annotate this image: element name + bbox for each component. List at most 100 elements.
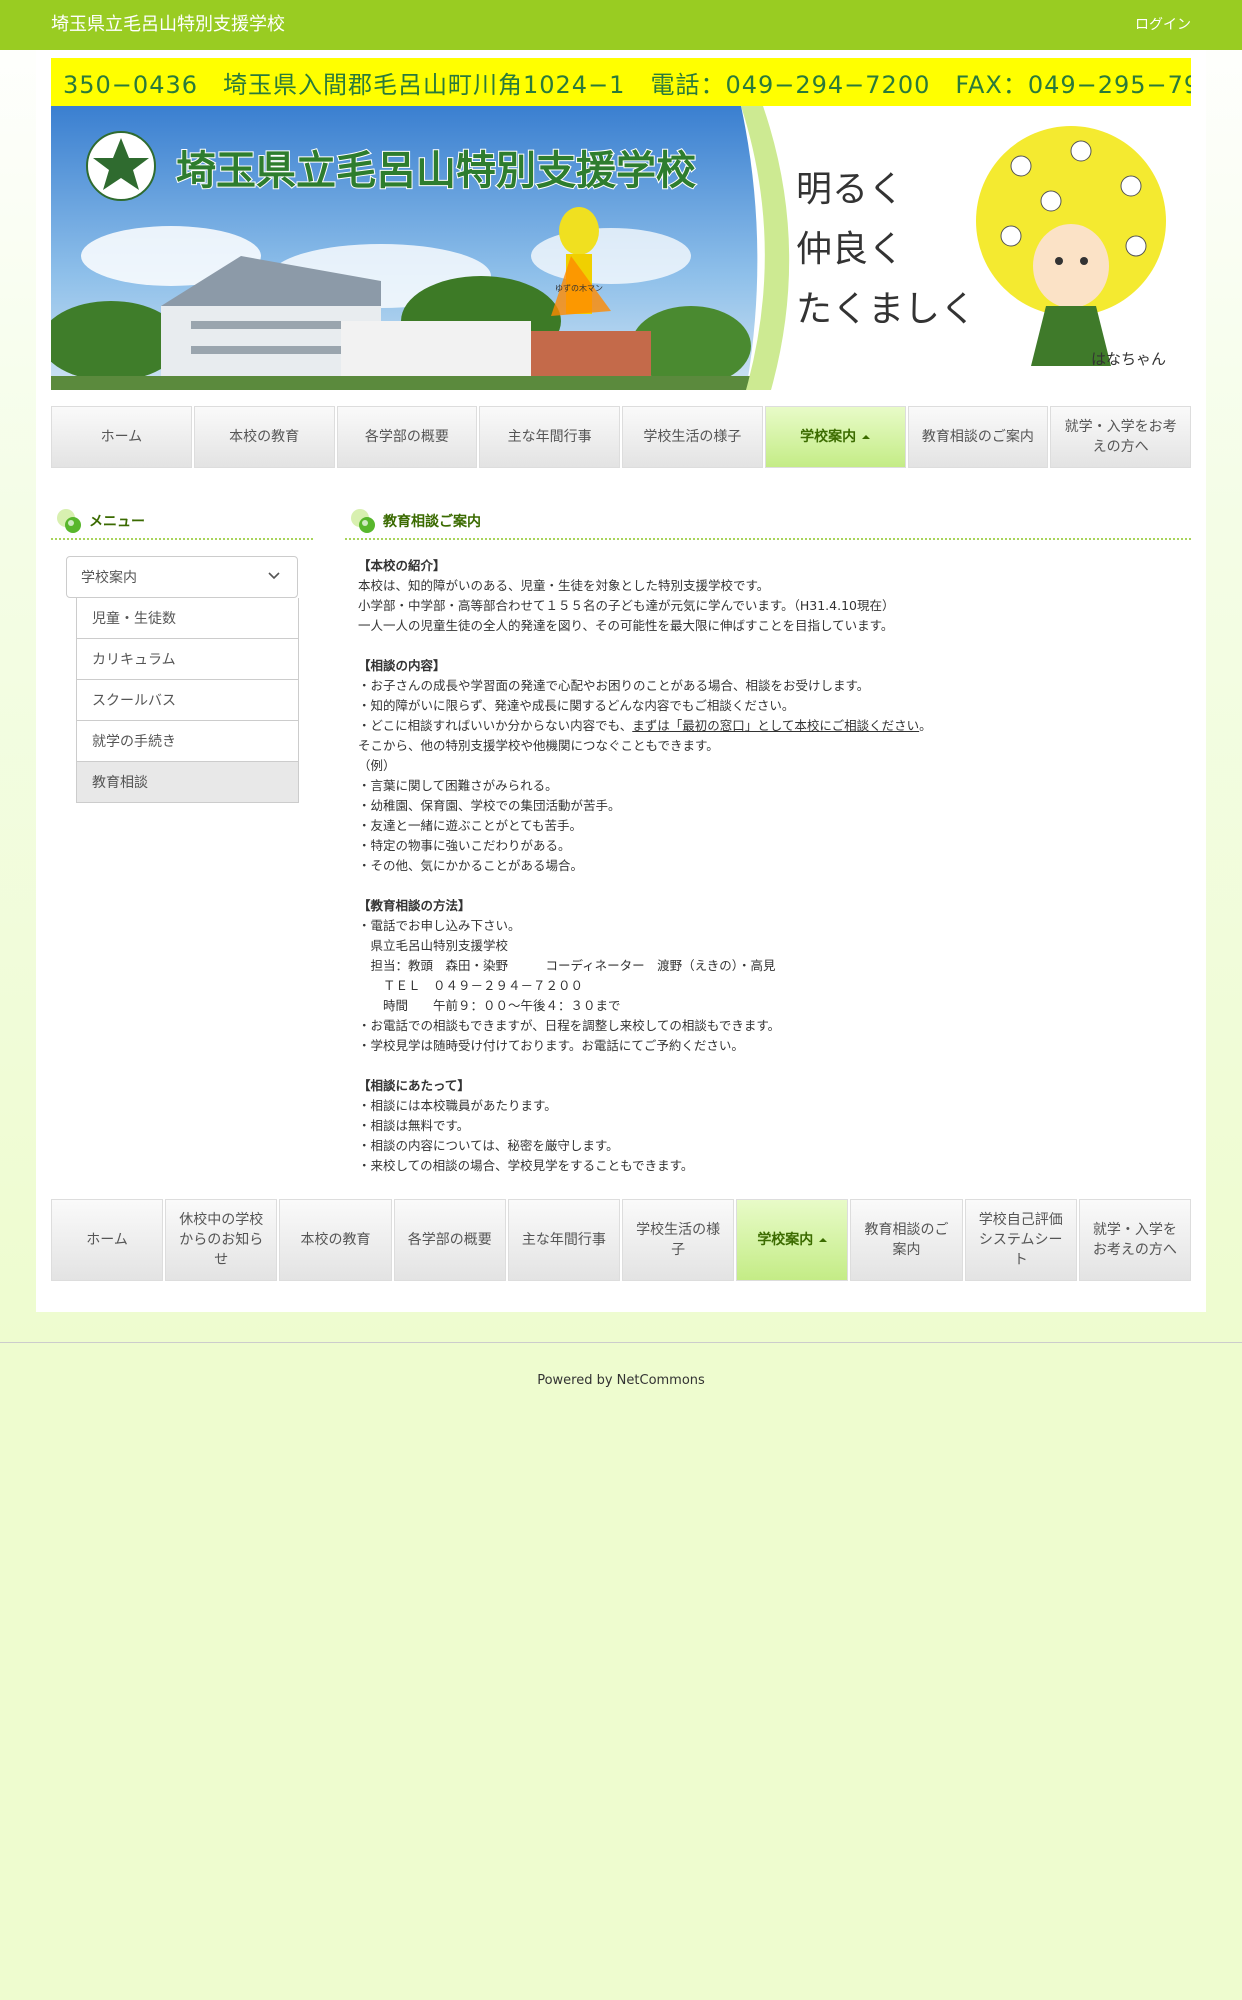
main-content: 【本校の紹介】本校は、知的障がいのある、児童・生徒を対象とした特別支援学校です。… — [358, 556, 1178, 1176]
nav_bottom-item-label: 学校案内 — [757, 1232, 814, 1248]
menu-select[interactable]: 学校案内 — [66, 556, 298, 598]
main-nav-bottom: ホーム 休校中の学校からのお知らせ 本校の教育 各学部の概要 主な年間行事 学校生活の様子… — [51, 1199, 1192, 1281]
content-text: ・相談は無料です。 — [358, 1118, 470, 1133]
content-text: ・学校見学は随時受け付けております。お電話にてご予約ください。 — [358, 1038, 744, 1053]
content-line: 本校は、知的障がいのある、児童・生徒を対象とした特別支援学校です。 — [358, 576, 1178, 596]
sidebar-item[interactable]: 教育相談 — [76, 762, 299, 803]
content-line: 担当：教頭 森田・染野 コーディネーター 渡野（えきの）・高見 — [358, 956, 1178, 976]
banner-school-name: 埼玉県立毛呂山特別支援学校 — [176, 148, 696, 194]
content-line: ・学校見学は随時受け付けております。お電話にてご予約ください。 — [358, 1036, 1178, 1056]
nav_bottom-item[interactable]: ホーム — [51, 1199, 164, 1281]
content-line: 一人一人の児童生徒の全人的発達を図り、その可能性を最大限に伸ばすことを目指してい… — [358, 616, 1178, 636]
content-text: ・どこに相談すればいいか分からない内容でも、 — [358, 718, 633, 733]
nav_top-item-label: 就学・入学をお考えの方へ — [1064, 419, 1177, 455]
caret-up-icon — [862, 435, 871, 439]
footer-divider — [0, 1342, 1242, 1343]
sidebar-item[interactable]: 児童・生徒数 — [76, 598, 299, 639]
nav_top-item[interactable]: 就学・入学をお考えの方へ — [1050, 406, 1191, 468]
banner-image: 埼玉県立毛呂山特別支援学校 ゆずの木マン 明るく 仲良く たくましく はなちゃん — [51, 106, 1191, 390]
mascot-name: はなちゃん — [1091, 350, 1166, 368]
content-text: ・幼稚園、保育園、学校での集団活動が苦手。 — [358, 798, 621, 813]
nav_bottom-item-label: ホーム — [86, 1232, 128, 1248]
content-text: 県立毛呂山特別支援学校 — [358, 938, 509, 953]
nav_bottom-item[interactable]: 学校自己評価システムシート — [964, 1199, 1077, 1281]
slogan-2: 仲良く — [796, 229, 904, 270]
nav_top-item-label: ホーム — [100, 429, 143, 445]
chevron-down-icon — [267, 569, 281, 587]
nav_top-item-label: 主な年間行事 — [507, 429, 592, 445]
nav_bottom-item[interactable]: 就学・入学をお考えの方へ — [1078, 1199, 1192, 1281]
content-heading: 教育相談ご案内 — [345, 504, 1191, 540]
slogan-3: たくましく — [796, 289, 976, 330]
content-line: ・知的障がいに限らず、発達や成長に関するどんな内容でもご相談ください。 — [358, 696, 1178, 716]
footer: Powered by NetCommons — [0, 1373, 1242, 1388]
content-text: 【相談の内容】 — [358, 658, 446, 673]
header-banner: 埼玉県立毛呂山特別支援学校 ゆずの木マン 明るく 仲良く たくましく はなちゃん — [51, 106, 1191, 390]
content-text: ・相談には本校職員があたります。 — [358, 1098, 557, 1113]
nav_top-item[interactable]: 主な年間行事 — [479, 406, 620, 468]
content-text: 【教育相談の方法】 — [358, 898, 471, 913]
nav_top-item[interactable]: ホーム — [51, 406, 192, 468]
nav_top-item-label: 学校案内 — [800, 429, 857, 445]
bubble-icon — [349, 507, 377, 535]
nav_top-item[interactable]: 本校の教育 — [193, 406, 335, 468]
content-text: ・知的障がいに限らず、発達や成長に関するどんな内容でもご相談ください。 — [358, 698, 795, 713]
nav_bottom-item-label: 就学・入学をお考えの方へ — [1092, 1222, 1177, 1258]
nav_top-item[interactable]: 学校案内 — [764, 406, 906, 468]
content-line: そこから、他の特別支援学校や他機関につなぐこともできます。 — [358, 736, 1178, 756]
content-line: ・幼稚園、保育園、学校での集団活動が苦手。 — [358, 796, 1178, 816]
content-text: ・来校しての相談の場合、学校見学をすることもできます。 — [358, 1158, 694, 1173]
nav_bottom-item[interactable]: 各学部の概要 — [393, 1199, 506, 1281]
content-title: 教育相談ご案内 — [383, 514, 481, 530]
content-line: ・相談は無料です。 — [358, 1116, 1178, 1136]
site-title[interactable]: 埼玉県立毛呂山特別支援学校 — [51, 13, 285, 37]
nav_bottom-item[interactable]: 主な年間行事 — [507, 1199, 621, 1281]
content-line: ・特定の物事に強いこだわりがある。 — [358, 836, 1178, 856]
content-text: ・友達と一緒に遊ぶことがとても苦手。 — [358, 818, 583, 833]
nav_bottom-item[interactable]: 教育相談のご案内 — [850, 1199, 963, 1281]
content-line: ・電話でお申し込み下さい。 — [358, 916, 1178, 936]
nav_bottom-item[interactable]: 本校の教育 — [279, 1199, 392, 1281]
sidebar-item[interactable]: カリキュラム — [76, 639, 299, 680]
nav_top-item[interactable]: 学校生活の様子 — [622, 406, 763, 468]
content-text: そこから、他の特別支援学校や他機関につなぐこともできます。 — [358, 738, 719, 753]
content-text: ・その他、気にかかることがある場合。 — [358, 858, 584, 873]
nav_bottom-item-label: 本校の教育 — [300, 1232, 371, 1248]
content-text: ・電話でお申し込み下さい。 — [358, 918, 521, 933]
nav_top-item-label: 教育相談のご案内 — [921, 429, 1034, 445]
emphasis-text: まずは「最初の窓口」として本校にご相談ください — [632, 718, 920, 733]
content-line: ＴＥＬ ０４９－２９４－７２００ — [358, 976, 1178, 996]
content-line: 時間 午前９：００～午後４：３０まで — [358, 996, 1178, 1016]
nav_bottom-item[interactable]: 休校中の学校からのお知らせ — [165, 1199, 278, 1281]
nav_top-item[interactable]: 各学部の概要 — [336, 406, 478, 468]
login-link[interactable]: ログイン — [1135, 15, 1191, 35]
nav_top-item[interactable]: 教育相談のご案内 — [907, 406, 1049, 468]
content-line: ・その他、気にかかることがある場合。 — [358, 856, 1178, 876]
content-line: ・お電話での相談もできますが、日程を調整し来校しての相談もできます。 — [358, 1016, 1178, 1036]
nav_bottom-item[interactable]: 学校生活の様子 — [622, 1199, 735, 1281]
nav_bottom-item-label: 休校中の学校からのお知らせ — [179, 1212, 264, 1268]
nav_bottom-item-label: 主な年間行事 — [521, 1232, 606, 1248]
slogan-1: 明るく — [796, 169, 904, 210]
caret-up-icon — [819, 1238, 828, 1242]
content-subheading: 【教育相談の方法】 — [358, 896, 1178, 916]
powered-by[interactable]: Powered by NetCommons — [537, 1373, 705, 1388]
content-line: ・来校しての相談の場合、学校見学をすることもできます。 — [358, 1156, 1178, 1176]
content-text: 一人一人の児童生徒の全人的発達を図り、その可能性を最大限に伸ばすことを目指してい… — [358, 618, 894, 633]
menu-select-value: 学校案内 — [81, 570, 137, 586]
main-nav-top: ホーム 本校の教育 各学部の概要 主な年間行事 学校生活の様子 学校案内 教育相談のご案内 就… — [51, 406, 1191, 468]
content-text: 【本校の紹介】 — [358, 558, 446, 573]
sidebar-item[interactable]: スクールバス — [76, 680, 299, 721]
content-text: 。 — [919, 718, 932, 733]
top-navbar: 埼玉県立毛呂山特別支援学校 ログイン — [0, 0, 1242, 50]
nav_bottom-item-label: 学校生活の様子 — [636, 1222, 721, 1258]
nav_bottom-item-label: 教育相談のご案内 — [864, 1222, 949, 1258]
content-text: ・お電話での相談もできますが、日程を調整し来校しての相談もできます。 — [358, 1018, 781, 1033]
sidebar-item[interactable]: 就学の手続き — [76, 721, 299, 762]
content-subheading: 【相談の内容】 — [358, 656, 1178, 676]
nav_bottom-item-label: 各学部の概要 — [407, 1232, 492, 1248]
content-text: 小学部・中学部・高等部合わせて１５５名の子ども達が元気に学んでいます。（H31.… — [358, 598, 895, 613]
content-text: ＴＥＬ ０４９－２９４－７２００ — [358, 978, 584, 993]
nav_bottom-item[interactable]: 学校案内 — [736, 1199, 849, 1281]
